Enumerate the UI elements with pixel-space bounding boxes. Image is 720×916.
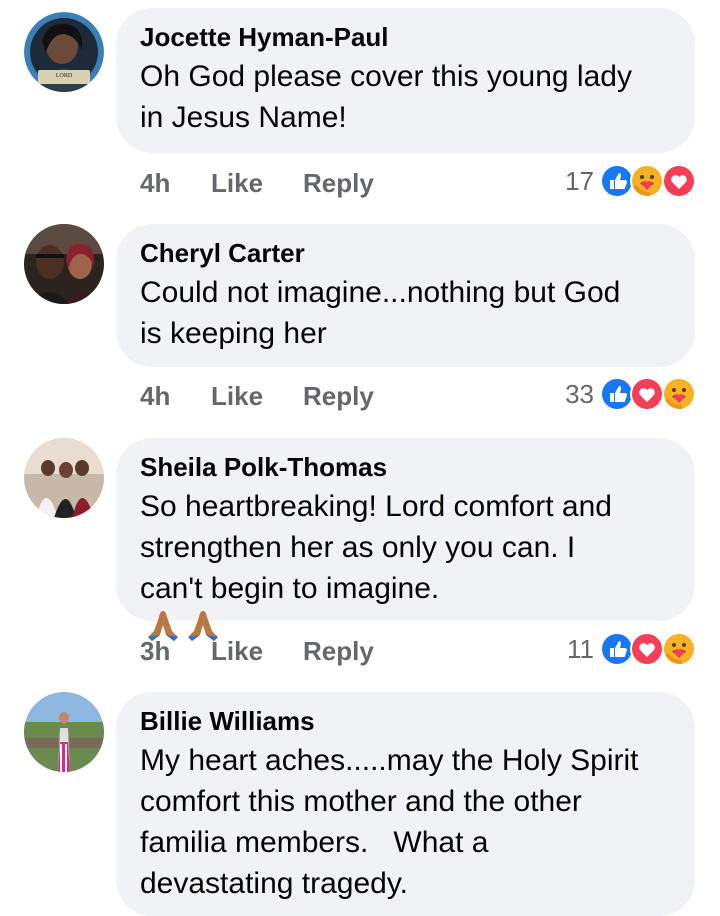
reply-button[interactable]: Reply bbox=[303, 378, 374, 414]
avatar[interactable] bbox=[24, 692, 104, 772]
comment-text-line: comfort this mother and the other bbox=[140, 785, 582, 818]
reaction-count[interactable]: 17 bbox=[565, 163, 594, 199]
like-reaction-icon bbox=[600, 377, 634, 411]
like-button[interactable]: Like bbox=[211, 165, 263, 201]
reaction-summary[interactable]: 33 bbox=[496, 376, 696, 412]
care-reaction-icon bbox=[630, 164, 664, 198]
comment-text: Could not imagine...nothing but God is k… bbox=[140, 272, 671, 354]
comment-text: My heart aches.....may the Holy Spirit c… bbox=[140, 740, 671, 904]
avatar-badge-text: LORD bbox=[56, 73, 73, 79]
comment-author[interactable]: Jocette Hyman-Paul bbox=[140, 22, 671, 52]
comment-author[interactable]: Cheryl Carter bbox=[140, 238, 671, 268]
comment-text: Oh God please cover this young lady in J… bbox=[140, 56, 671, 138]
like-reaction-icon bbox=[600, 632, 634, 666]
comment-bubble: Jocette Hyman-Paul Oh God please cover t… bbox=[116, 8, 695, 153]
comment-text: So heartbreaking! Lord comfort and stren… bbox=[140, 486, 671, 654]
like-button[interactable]: Like bbox=[211, 378, 263, 414]
like-button[interactable]: Like bbox=[211, 633, 263, 669]
care-reaction-icon bbox=[662, 632, 696, 666]
avatar[interactable]: LORD bbox=[24, 12, 104, 92]
comment-timestamp[interactable]: 4h bbox=[140, 165, 170, 201]
comment-bubble: Cheryl Carter Could not imagine...nothin… bbox=[116, 224, 695, 367]
comment-text-line: is keeping her bbox=[140, 317, 327, 350]
avatar[interactable] bbox=[24, 224, 104, 304]
comment-author[interactable]: Sheila Polk-Thomas bbox=[140, 452, 671, 482]
avatar[interactable] bbox=[24, 438, 104, 518]
care-reaction-icon bbox=[662, 377, 696, 411]
comment-text-line: in Jesus Name! bbox=[140, 101, 347, 134]
comment-text-line: Could not imagine...nothing but God bbox=[140, 276, 621, 309]
reaction-summary[interactable]: 17 bbox=[496, 163, 696, 199]
comment-text-line: My heart aches.....may the Holy Spirit bbox=[140, 744, 639, 777]
like-reaction-icon bbox=[600, 164, 634, 198]
comment-timestamp[interactable]: 3h bbox=[140, 633, 170, 669]
comment-bubble: Sheila Polk-Thomas So heartbreaking! Lor… bbox=[116, 438, 695, 641]
reply-button[interactable]: Reply bbox=[303, 633, 374, 669]
reaction-summary[interactable]: 11 bbox=[496, 631, 696, 667]
reaction-count[interactable]: 11 bbox=[567, 631, 594, 667]
comment-timestamp[interactable]: 4h bbox=[140, 378, 170, 414]
comment-text-line: devastating tragedy. bbox=[140, 867, 408, 900]
comment-bubble: Billie Williams My heart aches.....may t… bbox=[116, 692, 695, 916]
comment-text-line: can't begin to imagine. bbox=[140, 572, 440, 605]
comment-text-line: So heartbreaking! Lord comfort and bbox=[140, 490, 612, 523]
comment-author[interactable]: Billie Williams bbox=[140, 706, 671, 736]
reaction-count[interactable]: 33 bbox=[565, 376, 594, 412]
comment-text-line: Oh God please cover this young lady bbox=[140, 60, 632, 93]
comment-text-line: strengthen her as only you can. I bbox=[140, 531, 576, 564]
love-reaction-icon bbox=[630, 377, 664, 411]
comment-text-line: familia members. What a bbox=[140, 826, 489, 859]
reply-button[interactable]: Reply bbox=[303, 165, 374, 201]
love-reaction-icon bbox=[630, 632, 664, 666]
love-reaction-icon bbox=[662, 164, 696, 198]
